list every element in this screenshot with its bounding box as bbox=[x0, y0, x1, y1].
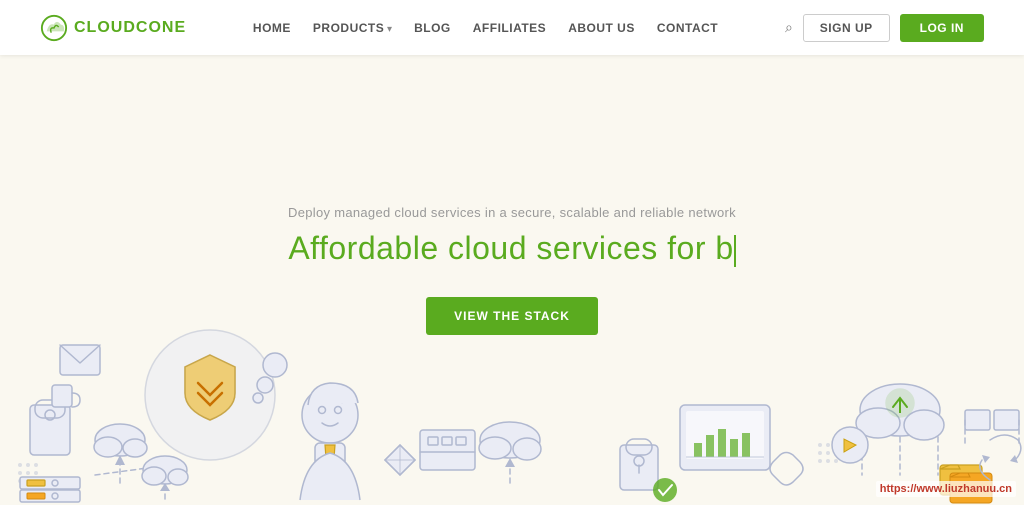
hero-subtitle: Deploy managed cloud services in a secur… bbox=[288, 205, 736, 220]
nav-about[interactable]: ABOUT US bbox=[568, 19, 635, 37]
login-button[interactable]: LOG IN bbox=[900, 14, 984, 42]
nav-menu: HOME PRODUCTS BLOG AFFILIATES ABOUT US C… bbox=[253, 19, 718, 37]
logo[interactable]: CLOUDCONE bbox=[40, 14, 186, 42]
signup-button[interactable]: SIGN UP bbox=[803, 14, 890, 42]
hero-illustration: .il { fill: none; stroke: #b0b8d0; strok… bbox=[0, 245, 1024, 505]
watermark: https://www.liuzhanuu.cn bbox=[876, 481, 1016, 497]
nav-contact[interactable]: CONTACT bbox=[657, 19, 718, 37]
nav-products[interactable]: PRODUCTS bbox=[313, 19, 392, 37]
logo-text: CLOUDCONE bbox=[74, 19, 186, 37]
hero-section: Deploy managed cloud services in a secur… bbox=[0, 55, 1024, 505]
logo-icon bbox=[40, 14, 68, 42]
nav-blog[interactable]: BLOG bbox=[414, 19, 451, 37]
search-icon[interactable]: ⌕ bbox=[785, 19, 793, 36]
nav-affiliates[interactable]: AFFILIATES bbox=[473, 19, 546, 37]
navbar: CLOUDCONE HOME PRODUCTS BLOG AFFILIATES … bbox=[0, 0, 1024, 55]
nav-right: ⌕ SIGN UP LOG IN bbox=[785, 14, 984, 42]
nav-home[interactable]: HOME bbox=[253, 19, 291, 37]
